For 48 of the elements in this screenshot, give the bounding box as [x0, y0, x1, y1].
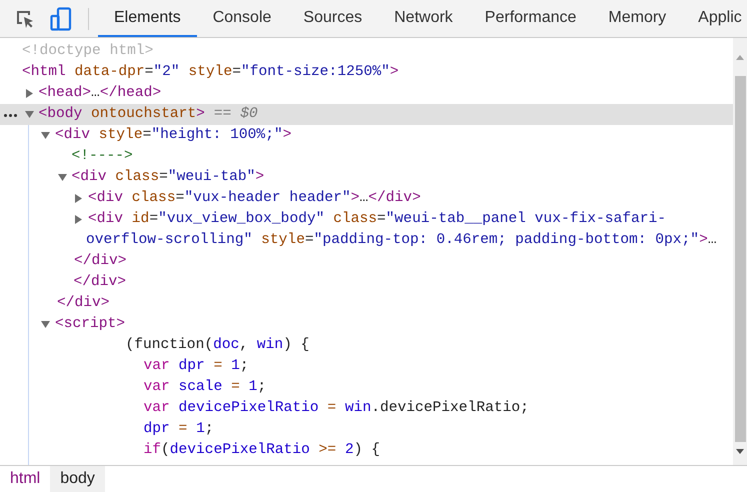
code-line: var scale = 1; [144, 379, 266, 395]
caret-down-icon[interactable] [58, 173, 66, 182]
panel-tab[interactable]: Performance [468, 0, 592, 37]
caret-down-icon[interactable] [41, 131, 50, 140]
code-line: <script> [55, 316, 126, 332]
caret-right-icon[interactable] [74, 194, 83, 203]
panel-tab[interactable]: Sources [287, 0, 378, 37]
code-line: (function(doc, win) { [126, 337, 310, 353]
tree-row[interactable]: <script> [0, 314, 733, 335]
breadcrumb[interactable]: body [50, 466, 105, 492]
code-line: <head>…</head> [38, 85, 162, 101]
code-line: </div> [74, 274, 126, 290]
caret-right-icon[interactable] [74, 215, 83, 224]
panel-tab[interactable]: Console [196, 0, 288, 37]
code-line: if(devicePixelRatio >= 2) { [144, 442, 380, 458]
code-line: var devicePixelRatio = win.devicePixelRatio; [144, 400, 529, 416]
code-line: <div class="vux-header header">…</div> [88, 190, 421, 206]
tree-row[interactable]: <!----> [0, 146, 733, 167]
caret-down-icon[interactable] [41, 320, 50, 329]
code-line: <!doctype html> [22, 43, 154, 59]
code-line: var dpr = 1; [144, 358, 249, 374]
code-line: <div class="weui-tab"> [72, 169, 264, 185]
tree-row[interactable]: <html data-dpr="2" style="font-size:1250%"> [0, 62, 733, 83]
tree-row[interactable]: <div style="height: 100%;"> [0, 125, 733, 146]
code-line: <div style="height: 100%;"> [55, 127, 292, 143]
tree-row[interactable]: <body ontouchstart> == $0 [0, 104, 733, 125]
tree-row[interactable]: <head>…</head> [0, 83, 733, 104]
breadcrumb[interactable]: html [0, 466, 50, 492]
tree-row[interactable]: <div class="vux-header header">…</div> [0, 188, 733, 209]
code-line: <body ontouchstart> [38, 106, 205, 122]
panel-tab[interactable]: Applic [682, 0, 747, 37]
panel-tab[interactable]: Elements [98, 0, 197, 37]
code-line: <!----> [72, 148, 133, 164]
more-icon[interactable] [4, 114, 17, 117]
caret-down-icon[interactable] [24, 110, 34, 119]
code-line: <div id="vux_view_box_body" class="weui-tab__panel vux-fix-safari-overflow-scrolling" style="padding-top: 0.46rem; padding-bottom: 0px;">… [86, 211, 717, 248]
tree-row[interactable]: <div class="weui-tab"> [0, 167, 733, 188]
code-line: <html data-dpr="2" style="font-size:1250%"> [22, 64, 399, 80]
tree-row[interactable]: <div id="vux_view_box_body" class="weui-tab__panel vux-fix-safari-overflow-scrolling" style="padding-top: 0.46rem; padding-bottom: 0px;">… [0, 209, 733, 251]
code-line: </div> [74, 253, 127, 269]
device-toolbar-icon[interactable] [50, 6, 72, 30]
code-line: dpr = 1; [144, 421, 214, 437]
caret-right-icon[interactable] [24, 89, 34, 98]
scrollbar[interactable] [733, 38, 747, 465]
code-line: </div> [57, 295, 110, 311]
panel-tab[interactable]: Memory [592, 0, 682, 37]
selected-node-marker: == $0 [214, 106, 258, 122]
panel-tab[interactable]: Network [378, 0, 469, 37]
